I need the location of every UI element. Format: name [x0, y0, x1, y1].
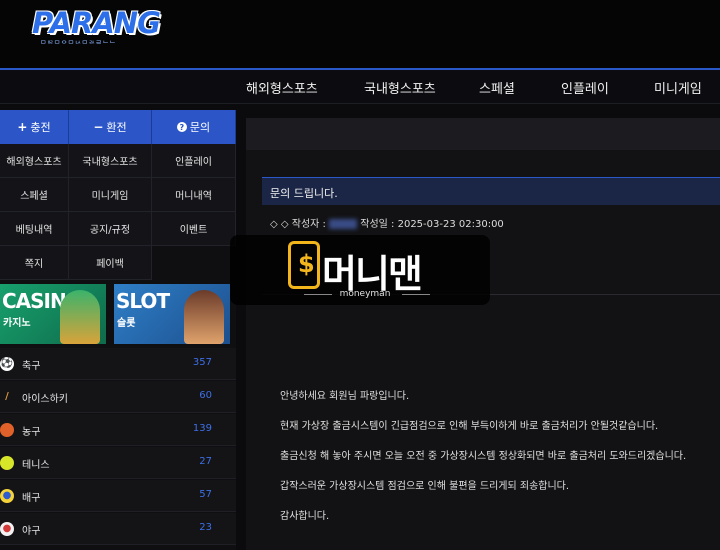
menu-item-inplay[interactable]: 인플레이 — [152, 144, 236, 178]
menu-item-domestic-sports[interactable]: 국내형스포츠 — [69, 144, 152, 178]
withdraw-label: 환전 — [106, 121, 127, 134]
sport-row-ice-hockey[interactable]: / 아이스하키 60 — [0, 381, 236, 413]
logo-tagline: ᄆᄋᄅᄆᄋᄆᄂᄉᄆᄅᄉᄅᄂᄂ — [40, 40, 117, 48]
sport-row-basketball[interactable]: ● 농구 139 — [0, 414, 236, 446]
post-body-line: 출금신청 해 놓아 주시면 오늘 오전 중 가상장시스템 정상화되면 바로 출금… — [280, 451, 687, 462]
menu-item-money-history[interactable]: 머니내역 — [152, 178, 236, 212]
sport-name: 농구 — [22, 427, 41, 438]
basketball-icon: ● — [0, 423, 14, 437]
sidebar: + 충전 − 환전 ? 문의 해외형스포츠 국내형스포츠 인플레이 스페셜 미니… — [0, 110, 236, 550]
logo-text: PARANG — [32, 6, 161, 40]
post-body-line: 안녕하세요 회원님 파랑입니다. — [280, 391, 410, 402]
sport-row-volleyball[interactable]: ● 배구 57 — [0, 480, 236, 512]
post-title: 문의 드립니다. — [270, 187, 338, 200]
sport-row-soccer[interactable]: ⚽ 축구 357 — [0, 348, 236, 380]
slot-banner[interactable]: SLOT 슬롯 — [114, 284, 230, 344]
inquiry-label: 문의 — [189, 121, 211, 134]
hockey-stick-icon: / — [5, 391, 9, 402]
menu-item-notice-rules[interactable]: 공지/규정 — [69, 212, 152, 246]
post-body-line: 현재 가상장 출금시스템이 긴급점검으로 인해 부득이하게 바로 출금처리가 안… — [280, 421, 659, 432]
nav-item-overseas-sports[interactable]: 해외형스포츠 — [246, 78, 318, 97]
menu-item-payback[interactable]: 페이백 — [69, 246, 152, 280]
minus-icon: − — [93, 120, 104, 134]
sport-count: 357 — [192, 357, 212, 368]
slot-banner-subtitle: 슬롯 — [117, 318, 136, 329]
sport-name: 아이스하키 — [22, 394, 68, 405]
sport-count: 23 — [199, 522, 212, 533]
post-author-redacted — [329, 219, 358, 229]
plus-icon: + — [17, 120, 28, 134]
sport-name: 배구 — [22, 493, 41, 504]
page: PARANG ᄆᄋᄅᄆᄋᄆᄂᄉᄆᄅᄉᄅᄂᄂ 해외형스포츠 국내형스포츠 스페셜 … — [0, 0, 720, 550]
sport-name: 야구 — [22, 526, 41, 537]
post-date: 작성일 : 2025-03-23 02:30:00 — [360, 219, 504, 230]
sport-count: 139 — [192, 423, 212, 434]
site-logo[interactable]: PARANG ᄆᄋᄅᄆᄋᄆᄂᄉᄆᄅᄉᄅᄂᄂ — [30, 6, 170, 52]
menu-item-overseas-sports[interactable]: 해외형스포츠 — [0, 144, 69, 178]
menu-item-event[interactable]: 이벤트 — [152, 212, 236, 246]
sport-row-baseball[interactable]: ● 야구 23 — [0, 513, 236, 545]
baseball-icon: ● — [0, 522, 14, 536]
inquiry-button[interactable]: ? 문의 — [152, 110, 236, 144]
phone-dollar-icon: $ — [288, 241, 320, 289]
post-meta: ◇ ◇ 작성자 : 작성일 : 2025-03-23 02:30:00 — [270, 215, 504, 230]
soccer-ball-icon: ⚽ — [0, 357, 14, 371]
menu-item-special[interactable]: 스페셜 — [0, 178, 69, 212]
casino-character-image — [60, 290, 100, 344]
withdraw-button[interactable]: − 환전 — [69, 110, 152, 144]
main-nav: 해외형스포츠 국내형스포츠 스페셜 인플레이 미니게임 — [0, 68, 720, 104]
quick-actions: + 충전 − 환전 ? 문의 — [0, 110, 236, 144]
post-body-line: 갑작스러운 가상장시스템 점검으로 인해 불편을 드리게되 죄송합니다. — [280, 481, 570, 492]
content-header-band — [246, 118, 720, 150]
deposit-button[interactable]: + 충전 — [0, 110, 69, 144]
nav-item-minigame[interactable]: 미니게임 — [654, 78, 702, 97]
moneyman-watermark: $ 머니맨 moneyman — [230, 235, 490, 305]
deposit-label: 충전 — [30, 121, 51, 134]
nav-item-inplay[interactable]: 인플레이 — [561, 78, 609, 97]
post-view: 문의 드립니다. ◇ ◇ 작성자 : 작성일 : 2025-03-23 02:3… — [246, 118, 720, 550]
sport-count: 27 — [199, 456, 212, 467]
slot-character-image — [184, 290, 224, 344]
menu-item-minigame[interactable]: 미니게임 — [69, 178, 152, 212]
post-body-line: 감사합니다. — [280, 511, 330, 522]
slot-banner-title: SLOT — [116, 289, 170, 313]
sport-count: 60 — [199, 390, 212, 401]
sport-count: 57 — [199, 489, 212, 500]
watermark-rule-right — [402, 294, 430, 295]
header: PARANG ᄆᄋᄅᄆᄋᄆᄂᄉᄆᄅᄉᄅᄂᄂ — [0, 0, 720, 68]
sport-row-tennis[interactable]: ● 테니스 27 — [0, 447, 236, 479]
sport-name: 축구 — [22, 361, 41, 372]
question-icon: ? — [176, 122, 187, 132]
post-author-label: ◇ ◇ 작성자 : — [270, 219, 326, 230]
sport-name: 테니스 — [22, 460, 50, 471]
volleyball-icon: ● — [0, 489, 14, 503]
nav-item-special[interactable]: 스페셜 — [479, 78, 515, 97]
menu-item-messages[interactable]: 쪽지 — [0, 246, 69, 280]
post-title-bar: 문의 드립니다. — [262, 177, 720, 205]
nav-item-domestic-sports[interactable]: 국내형스포츠 — [364, 78, 436, 97]
tennis-ball-icon: ● — [0, 456, 14, 470]
casino-banner-subtitle: 카지노 — [3, 318, 31, 329]
menu-item-bet-history[interactable]: 베팅내역 — [0, 212, 69, 246]
casino-banner[interactable]: CASINO 카지노 — [0, 284, 106, 344]
